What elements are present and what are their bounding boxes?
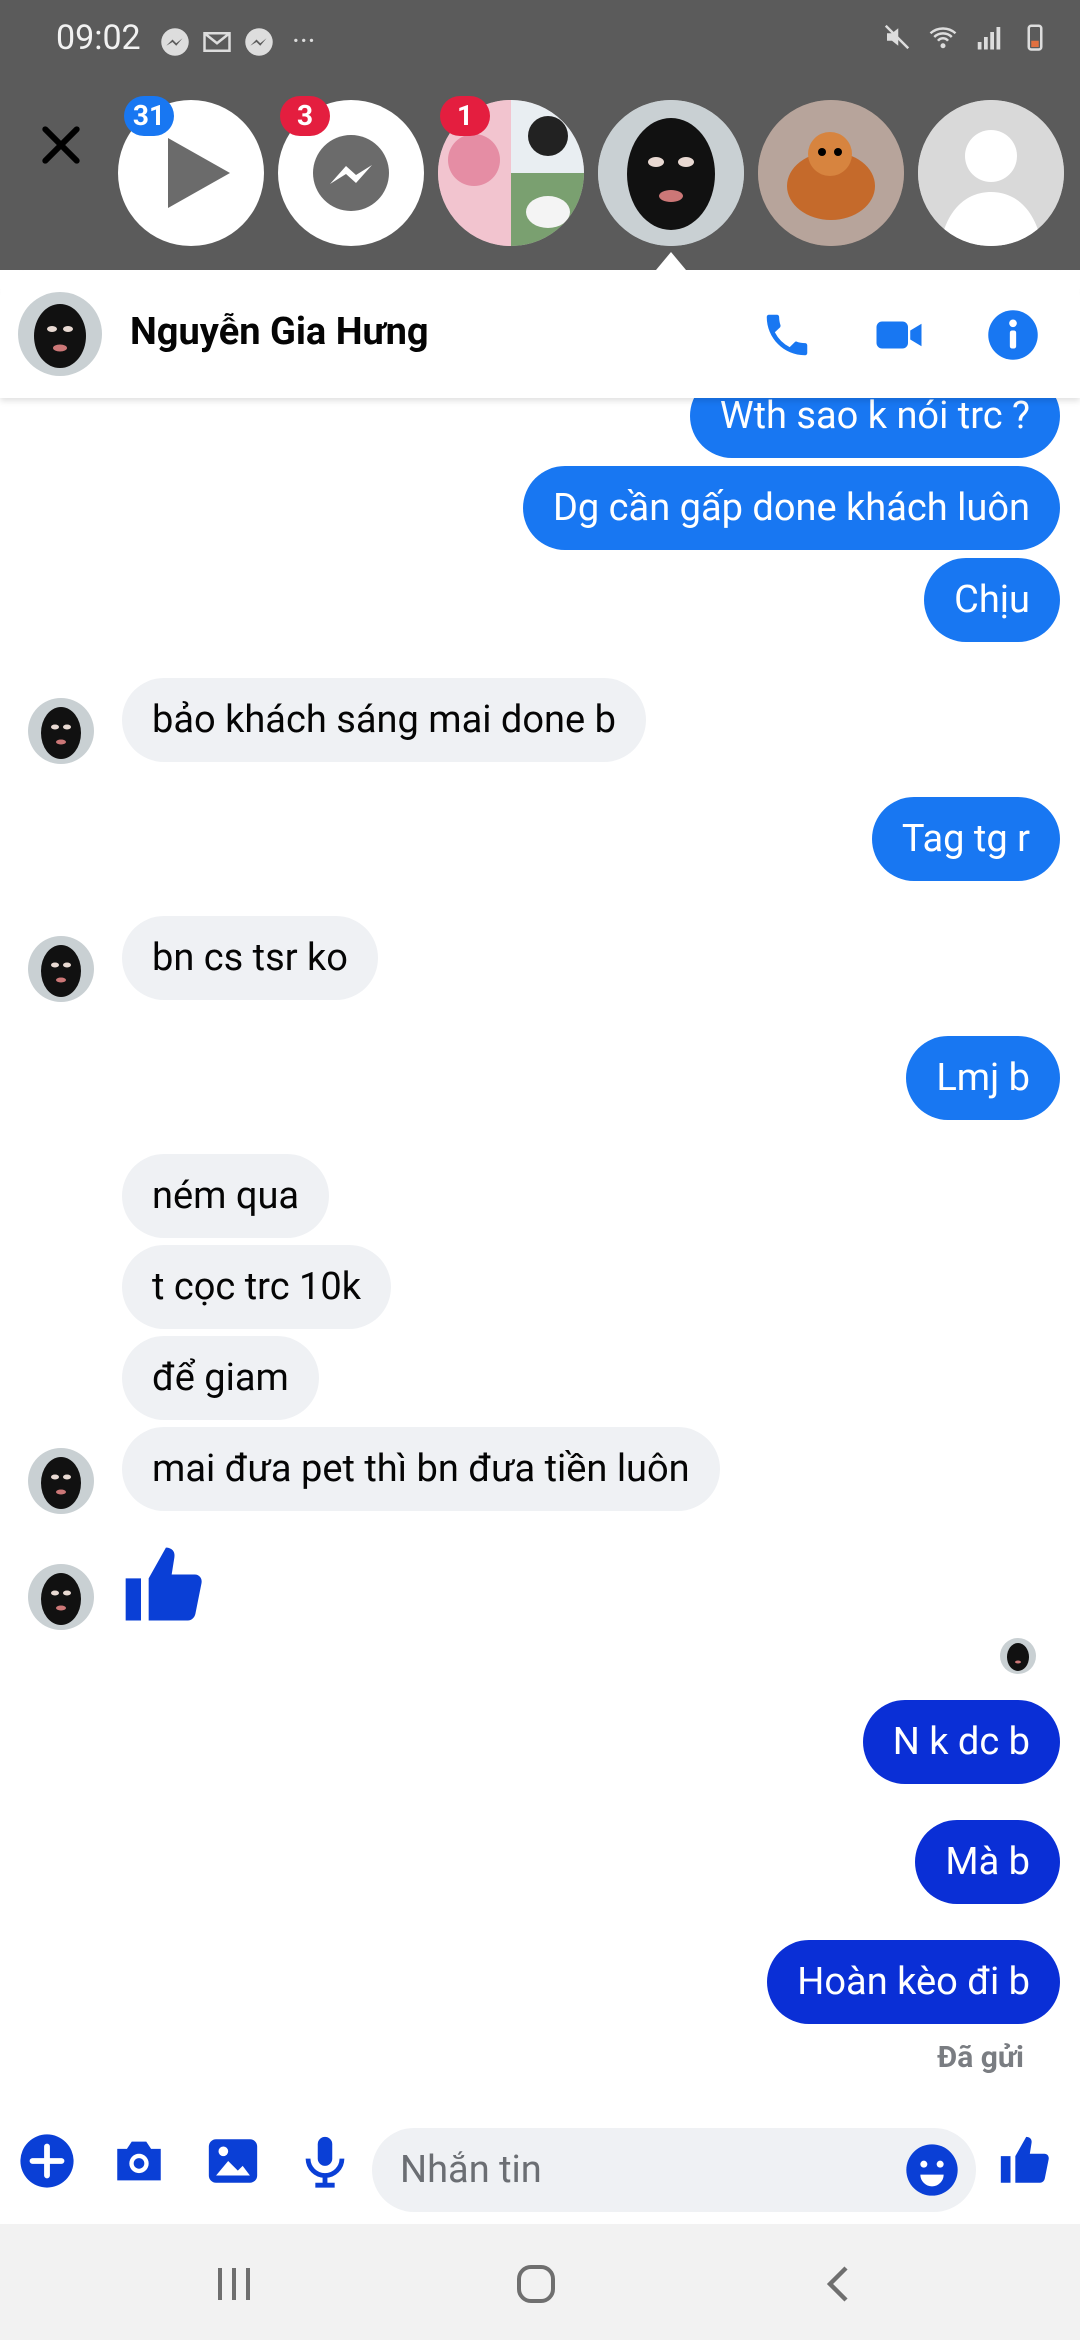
system-navigation-bar [0,2224,1080,2340]
message-input-placeholder: Nhắn tin [400,2148,542,2192]
message-outgoing[interactable]: Tag tg r [871,797,1060,881]
message-outgoing[interactable]: Chịu [924,558,1060,642]
camera-icon[interactable] [110,2132,168,2190]
like-icon[interactable] [118,1540,210,1632]
contact-name[interactable]: Nguyễn Gia Hưng [130,310,429,354]
contact-avatar-image [598,100,744,246]
add-icon[interactable] [18,2132,76,2190]
seen-avatar [1000,1638,1036,1674]
back-icon[interactable] [816,2260,864,2308]
sender-avatar-image [28,936,94,1002]
sender-avatar-image [28,1564,94,1630]
messenger-notification-icon-2 [245,27,273,56]
mic-icon[interactable] [296,2132,354,2190]
conversation-panel: Nguyễn Gia Hưng Wth sao k nói trc ? Dg c… [0,270,1080,2340]
message-outgoing[interactable]: Hoàn kèo đi b [767,1940,1060,2024]
video-call-icon[interactable] [872,308,926,362]
battery-icon [1027,24,1043,51]
wifi-icon [929,27,957,49]
message-incoming[interactable]: để giam [122,1336,319,1420]
gallery-icon[interactable] [204,2132,262,2190]
status-time: 09:02 [56,18,141,58]
contact-avatar[interactable] [18,292,102,376]
cat-avatar-image [758,100,904,246]
notification-icons: ··· [160,24,316,59]
contact-avatar-image [18,292,102,376]
message-outgoing[interactable]: N k dc b [862,1700,1060,1784]
sender-avatar[interactable] [28,1564,94,1630]
message-incoming[interactable]: t cọc trc 10k [122,1245,391,1329]
mute-icon [884,24,910,50]
emoji-icon[interactable] [904,2142,960,2198]
like-button-icon[interactable] [996,2132,1054,2190]
message-outgoing[interactable]: Lmj b [906,1036,1060,1120]
system-icons [882,22,1050,52]
chat-head-cat-contact[interactable] [758,100,904,246]
message-outgoing[interactable]: Mà b [915,1820,1060,1904]
default-avatar-image [918,100,1064,246]
message-outgoing[interactable]: Dg cần gấp done khách luôn [522,466,1060,550]
signal-icon [977,27,1001,50]
sender-avatar-image [28,698,94,764]
active-chat-head-pointer [656,252,686,270]
sent-status: Đã gửi [937,2040,1024,2075]
message-incoming[interactable]: bảo khách sáng mai done b [122,678,646,762]
message-input[interactable]: Nhắn tin [372,2128,976,2212]
message-composer: Nhắn tin [0,2100,1080,2224]
seen-avatar-image [1000,1638,1036,1674]
message-incoming[interactable]: bn cs tsr ko [122,916,378,1000]
sender-avatar[interactable] [28,698,94,764]
chat-head-messenger-badge: 3 [280,96,330,136]
message-incoming[interactable]: mai đưa pet thì bn đưa tiền luôn [122,1427,720,1511]
info-icon[interactable] [986,308,1040,362]
chat-head-active-contact[interactable] [598,100,744,246]
gmail-notification-icon [203,31,231,52]
status-bar: 09:02 ··· [0,0,1080,84]
sender-avatar[interactable] [28,936,94,1002]
home-icon[interactable] [512,2260,560,2308]
conversation-header: Nguyễn Gia Hưng [0,270,1080,398]
chat-head-group-badge: 1 [440,96,490,136]
chat-head-unknown-contact[interactable] [918,100,1064,246]
more-notifications: ··· [292,24,316,59]
sender-avatar[interactable] [28,1448,94,1514]
message-incoming[interactable]: ném qua [122,1154,330,1238]
close-icon[interactable] [34,118,88,172]
sender-avatar-image [28,1448,94,1514]
messenger-notification-icon [161,27,189,56]
recents-icon[interactable] [210,2260,258,2308]
phone-icon[interactable] [760,308,814,362]
chat-head-video-badge: 31 [124,96,174,136]
